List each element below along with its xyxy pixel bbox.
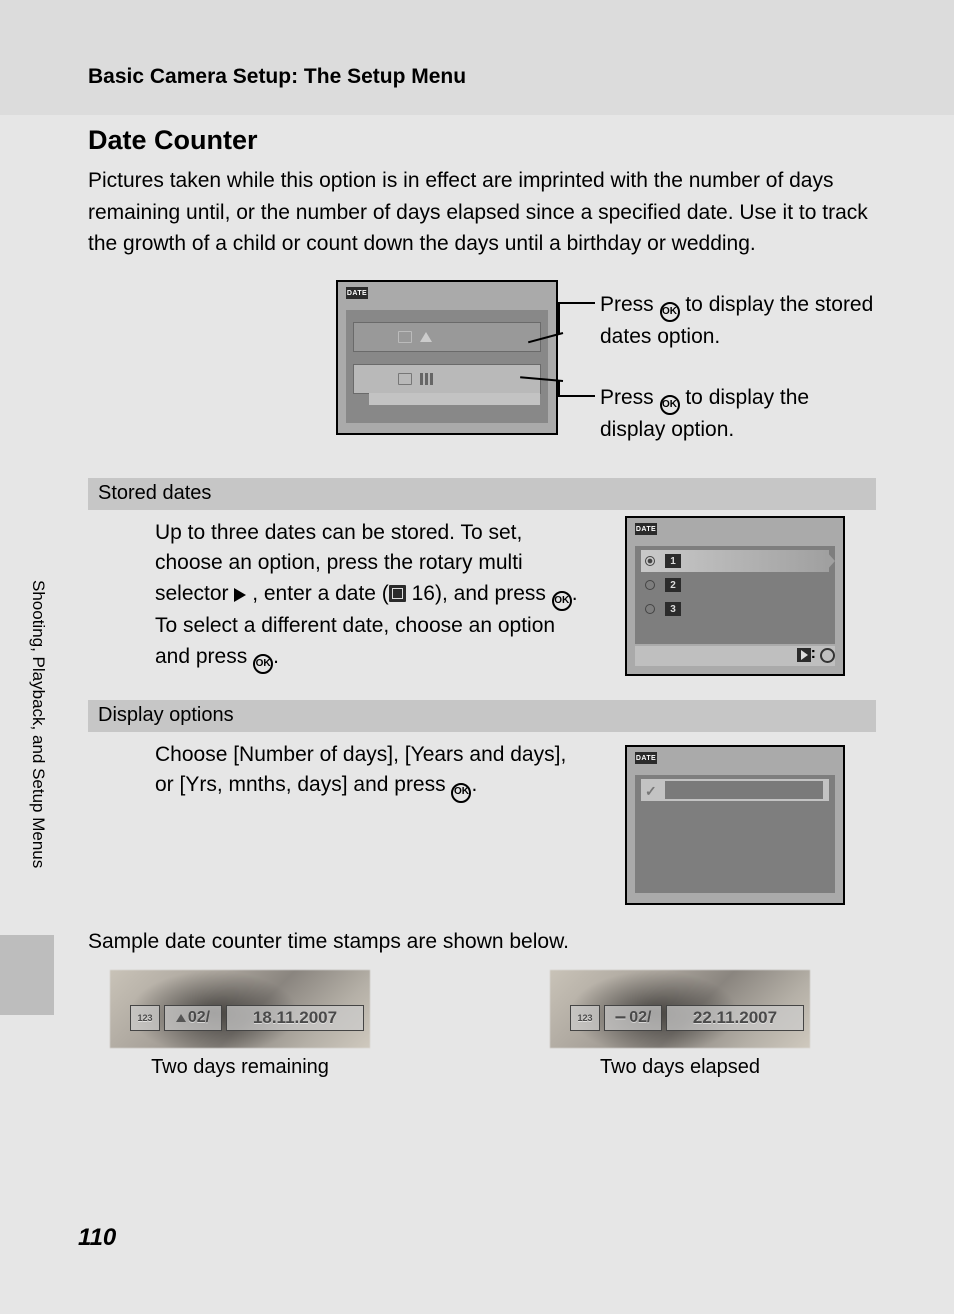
annotation-stored: Press OK to display the stored dates opt…	[600, 290, 876, 353]
calendar-icon	[389, 585, 406, 602]
sample-intro: Sample date counter time stamps are show…	[88, 930, 569, 954]
page-title: Date Counter	[88, 125, 258, 156]
intro-paragraph: Pictures taken while this option is in e…	[88, 165, 876, 260]
stamp-date: 18.11.2007	[226, 1005, 364, 1031]
triangle-up-icon	[176, 1014, 186, 1022]
triangle-right-icon	[234, 588, 246, 602]
sample-remaining: 123 02/ 18.11.2007 Two days remaining	[110, 970, 370, 1048]
date-label-icon: DATE	[635, 523, 657, 535]
menu-row-display-options	[353, 364, 541, 394]
ok-icon: OK	[660, 395, 680, 415]
page-number: 110	[78, 1224, 116, 1252]
ok-icon: OK	[552, 591, 572, 611]
minus-icon: −	[615, 1007, 627, 1030]
sample-caption: Two days remaining	[110, 1048, 370, 1079]
stamp-counter: 02/	[164, 1005, 222, 1031]
stamp-date: 22.11.2007	[666, 1005, 804, 1031]
side-tab	[0, 935, 54, 1015]
ok-icon: OK	[451, 783, 471, 803]
annotation-display: Press OK to display the display option.	[600, 383, 876, 446]
play-icon	[797, 648, 811, 662]
ok-icon: OK	[660, 302, 680, 322]
menu-row-stored-dates	[353, 322, 541, 352]
stamp-mode-icon: 123	[570, 1005, 600, 1031]
sample-caption: Two days elapsed	[550, 1048, 810, 1079]
section-body-stored-dates: Up to three dates can be stored. To set,…	[155, 518, 585, 674]
ok-icon: OK	[253, 654, 273, 674]
section-heading-display-options: Display options	[88, 700, 876, 732]
stamp-mode-icon: 123	[130, 1005, 160, 1031]
date-label-icon: DATE	[635, 752, 657, 764]
sample-elapsed: 123 −02/ 22.11.2007 Two days elapsed	[550, 970, 810, 1048]
clock-icon	[820, 648, 835, 663]
lcd-figure-main: DATE	[336, 280, 558, 435]
breadcrumb: Basic Camera Setup: The Setup Menu	[88, 65, 466, 89]
check-icon: ✓	[645, 783, 657, 800]
lcd-figure-stored-dates: DATE 1 2 3 :	[625, 516, 845, 676]
header-band	[0, 0, 954, 115]
lcd-figure-display-options: DATE ✓	[625, 745, 845, 905]
stamp-counter: −02/	[604, 1005, 662, 1031]
colon-separator: :	[811, 645, 816, 663]
section-body-display-options: Choose [Number of days], [Years and days…	[155, 740, 585, 803]
section-heading-stored-dates: Stored dates	[88, 478, 876, 510]
date-label-icon: DATE	[346, 287, 368, 299]
side-section-label: Shooting, Playback, and Setup Menus	[28, 580, 48, 868]
